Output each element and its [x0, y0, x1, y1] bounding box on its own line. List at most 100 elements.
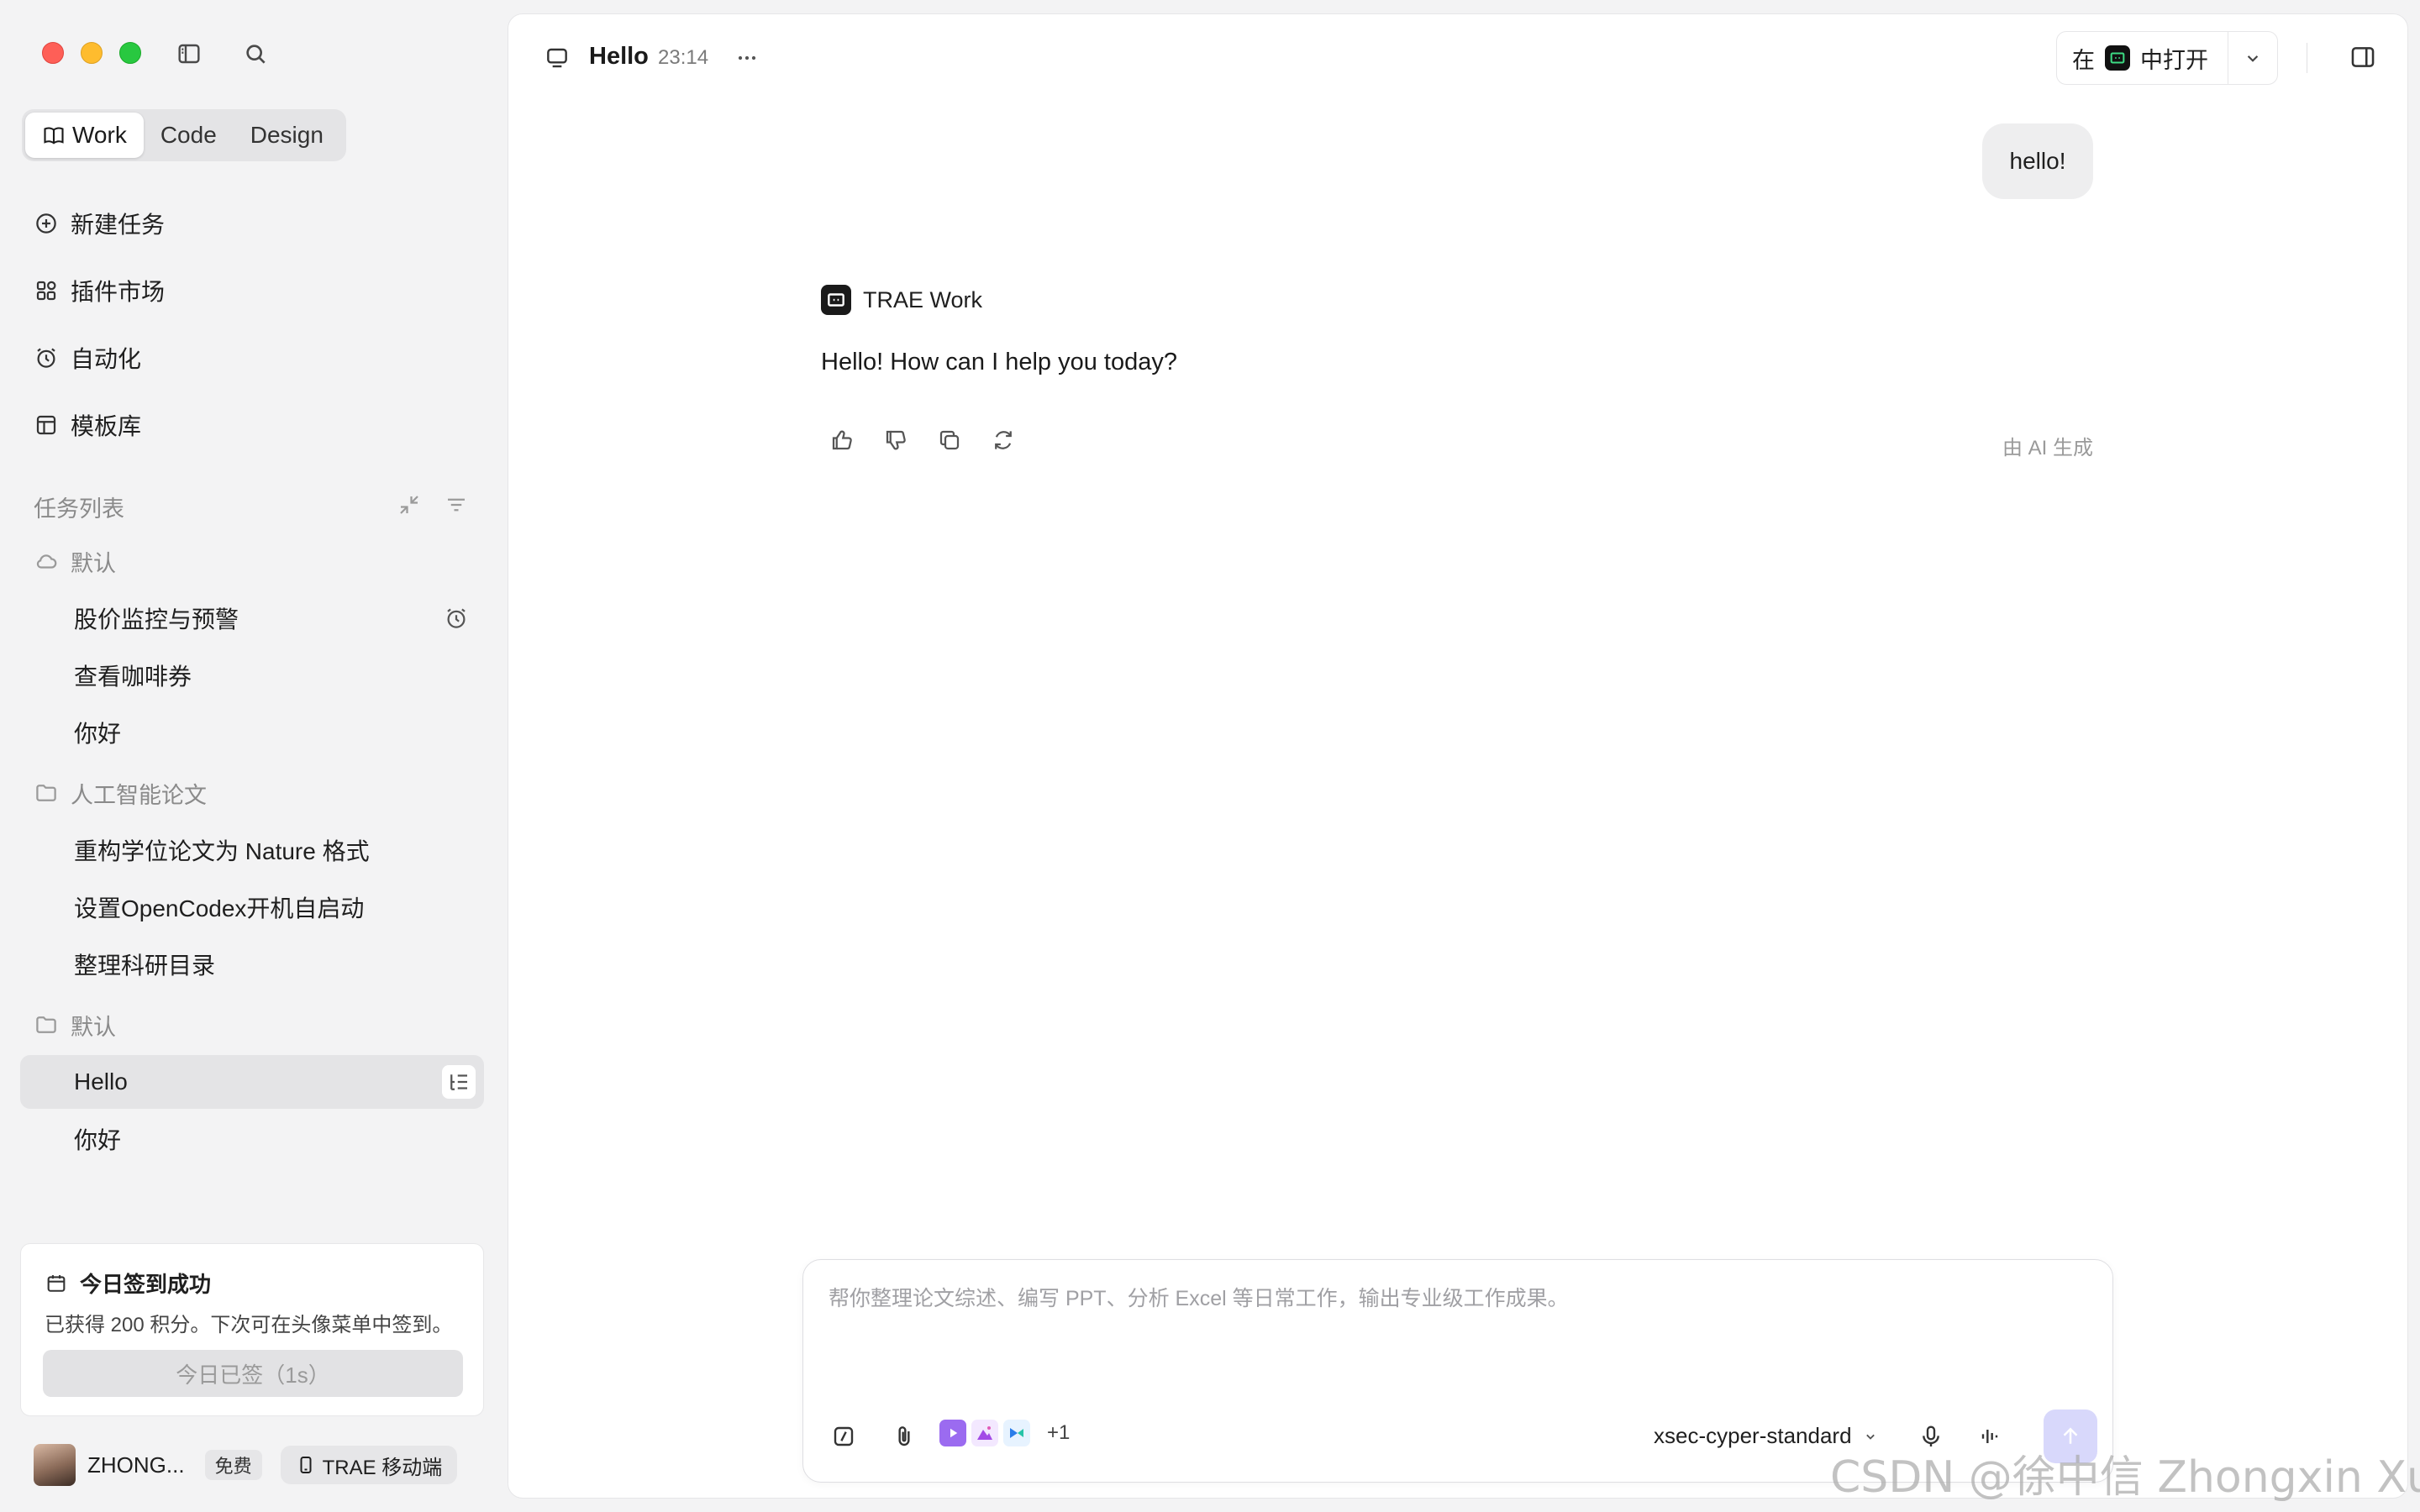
task-group-label: 人工智能论文 — [71, 782, 207, 808]
task-item-label: 你好 — [74, 1127, 122, 1153]
nav-new-task-label: 新建任务 — [71, 212, 166, 238]
user-message-bubble: hello! — [1982, 123, 2093, 199]
message-actions — [829, 428, 1016, 453]
slash-command-icon[interactable] — [830, 1423, 857, 1450]
right-panel-toggle-icon[interactable] — [2349, 43, 2377, 71]
mode-design-label: Design — [250, 122, 324, 148]
checkin-desc: 已获得 200 积分。下次可在头像菜单中签到。 — [45, 1314, 453, 1336]
mode-design[interactable]: Design — [234, 113, 340, 158]
window-minimize-button[interactable] — [81, 42, 103, 64]
copy-icon[interactable] — [937, 428, 962, 453]
trae-app-icon — [2105, 45, 2130, 71]
sidebar: Work Code Design 新建任务 插件市场 自动化 模板库 任务列表 … — [0, 0, 508, 1512]
mode-work-label: Work — [72, 122, 127, 148]
nav-automation[interactable]: 自动化 — [34, 338, 141, 378]
open-in-suffix: 中打开 — [2140, 47, 2208, 73]
mode-code-label: Code — [160, 122, 217, 148]
task-group-label: 默认 — [71, 1014, 116, 1040]
main-panel: Hello 23:14 在 中打开 hello! TRAE Work Hello… — [508, 13, 2408, 1499]
chat-icon — [544, 45, 571, 71]
nav-template-library[interactable]: 模板库 — [34, 405, 141, 445]
task-group-default-2[interactable]: 默认 — [34, 1006, 116, 1043]
plus-circle-icon — [34, 211, 59, 236]
task-item-label: 你好 — [74, 721, 122, 747]
nav-automation-label: 自动化 — [71, 346, 142, 372]
design-plugin-icon — [1003, 1420, 1030, 1446]
page-timestamp: 23:14 — [658, 46, 709, 69]
cloud-icon — [34, 549, 59, 574]
open-in-prefix: 在 — [2072, 47, 2095, 73]
image-plugin-icon — [971, 1420, 998, 1446]
folder-icon — [34, 780, 59, 806]
template-icon — [34, 412, 59, 438]
attachment-icon[interactable] — [891, 1423, 918, 1450]
video-plugin-icon — [939, 1420, 966, 1446]
sidebar-toggle-icon[interactable] — [176, 40, 203, 67]
page-title: Hello — [589, 43, 649, 70]
task-item[interactable]: 你好 — [20, 1112, 484, 1166]
nav-template-library-label: 模板库 — [71, 413, 142, 439]
task-item[interactable]: 你好 — [20, 706, 484, 759]
checkin-button[interactable]: 今日已签（1s） — [43, 1350, 463, 1397]
open-in-button[interactable]: 在 中打开 — [2056, 31, 2278, 85]
task-list-title: 任务列表 — [34, 496, 124, 522]
checkin-card: 今日签到成功 已获得 200 积分。下次可在头像菜单中签到。 今日已签（1s） — [20, 1243, 484, 1416]
task-item-label: Hello — [74, 1068, 128, 1095]
prompt-input[interactable] — [829, 1287, 2072, 1311]
thumbs-up-icon[interactable] — [829, 428, 855, 453]
collapse-icon[interactable] — [397, 492, 422, 517]
window-zoom-button[interactable] — [119, 42, 141, 64]
task-item[interactable]: 重构学位论文为 Nature 格式 — [20, 823, 484, 877]
assistant-header: TRAE Work — [821, 285, 982, 315]
task-outline-icon[interactable] — [442, 1065, 476, 1099]
nav-new-task[interactable]: 新建任务 — [34, 203, 165, 244]
mode-code[interactable]: Code — [144, 113, 234, 158]
task-item[interactable]: 设置OpenCodex开机自启动 — [20, 880, 484, 934]
chevron-down-icon[interactable] — [2228, 47, 2277, 69]
regenerate-icon[interactable] — [991, 428, 1016, 453]
apps-icon — [34, 278, 59, 303]
nav-plugin-market[interactable]: 插件市场 — [34, 270, 165, 311]
book-icon — [42, 123, 66, 147]
mobile-app-button[interactable]: TRAE 移动端 — [280, 1446, 458, 1484]
trae-logo-icon — [821, 285, 851, 315]
model-name: xsec-cyper-standard — [1654, 1423, 1852, 1448]
folder-icon — [34, 1012, 59, 1037]
filter-icon[interactable] — [444, 492, 469, 517]
task-item-active[interactable]: Hello — [20, 1055, 484, 1109]
task-group-default[interactable]: 默认 — [34, 543, 116, 580]
assistant-message: Hello! How can I help you today? — [821, 349, 1177, 375]
more-icon[interactable] — [734, 45, 760, 71]
checkin-title: 今日签到成功 — [45, 1268, 211, 1299]
task-item-label: 股价监控与预警 — [74, 606, 239, 633]
task-item[interactable]: 整理科研目录 — [20, 937, 484, 991]
watermark: CSDN @徐中信 Zhongxin Xu — [1830, 1452, 2420, 1503]
plan-badge: 免费 — [204, 1450, 262, 1480]
phone-icon — [296, 1455, 316, 1475]
alarm-clock-icon — [34, 345, 59, 370]
mode-switcher: Work Code Design — [22, 109, 346, 161]
checkin-title-text: 今日签到成功 — [80, 1272, 212, 1297]
task-item[interactable]: 查看咖啡券 — [20, 648, 484, 702]
calendar-icon — [45, 1272, 68, 1295]
plugin-list[interactable]: +1 — [939, 1420, 1070, 1446]
task-item-label: 设置OpenCodex开机自启动 — [74, 895, 365, 921]
plugin-extra-count: +1 — [1047, 1421, 1071, 1444]
alarm-clock-icon — [444, 606, 469, 631]
window-close-button[interactable] — [42, 42, 64, 64]
search-icon[interactable] — [242, 40, 269, 67]
assistant-name: TRAE Work — [863, 286, 983, 312]
ai-generated-label: 由 AI 生成 — [2002, 437, 2094, 459]
thumbs-down-icon[interactable] — [883, 428, 908, 453]
task-item-label: 整理科研目录 — [74, 953, 216, 979]
open-in-main[interactable]: 在 中打开 — [2057, 42, 2228, 75]
task-item[interactable]: 股价监控与预警 — [20, 591, 484, 645]
nav-plugin-market-label: 插件市场 — [71, 279, 166, 305]
user-bar: ZHONG... 免费 TRAE 移动端 — [34, 1443, 487, 1487]
task-group-ai-papers[interactable]: 人工智能论文 — [34, 774, 207, 811]
username[interactable]: ZHONG... — [87, 1452, 185, 1478]
avatar[interactable] — [34, 1444, 76, 1486]
mode-work[interactable]: Work — [25, 113, 144, 158]
task-item-label: 查看咖啡券 — [74, 664, 192, 690]
task-item-label: 重构学位论文为 Nature 格式 — [74, 838, 370, 864]
